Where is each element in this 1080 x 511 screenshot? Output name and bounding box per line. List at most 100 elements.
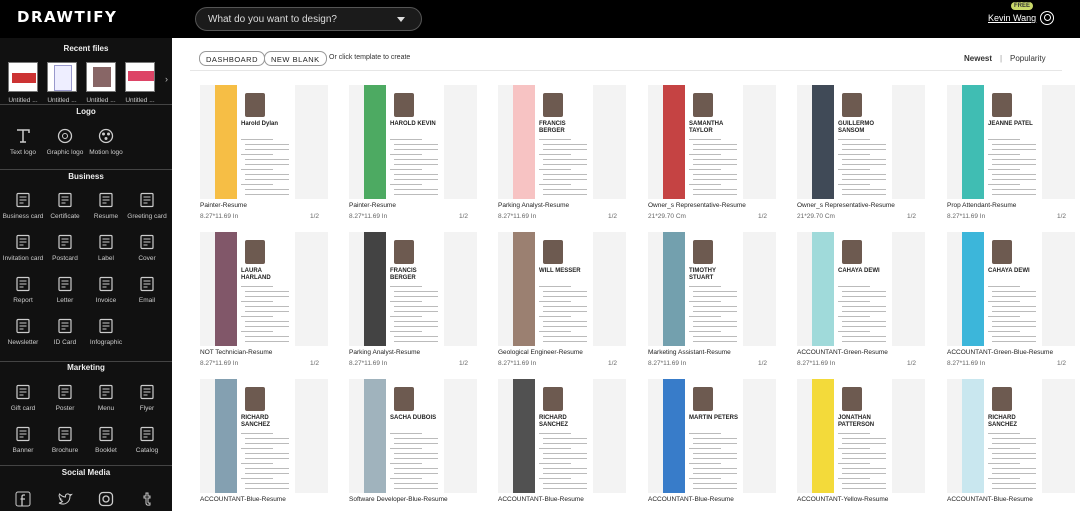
gift-card-icon: [16, 384, 30, 400]
app-logo[interactable]: DRAWTIFY: [17, 8, 117, 26]
tumblr-icon[interactable]: [122, 491, 172, 511]
text-line: [245, 189, 289, 190]
text-line: [245, 488, 289, 489]
text-line: [394, 149, 438, 150]
template-thumbnail[interactable]: RICHARD SANCHEZ: [498, 379, 626, 493]
text-line: [245, 336, 289, 337]
sort-popularity[interactable]: Popularity: [1010, 54, 1046, 63]
section-title-recent: Recent files: [63, 44, 109, 53]
template-name[interactable]: Software Developer-Blue-Resume: [349, 496, 448, 503]
text-line: [245, 306, 289, 307]
dashboard-button[interactable]: DASHBOARD: [199, 51, 266, 66]
recent-file-label: Untitled ...: [125, 97, 155, 104]
text-line: [693, 321, 737, 322]
text-line: [390, 184, 422, 185]
accent-panel: [812, 85, 834, 199]
template-name[interactable]: Marketing Assistant-Resume: [648, 349, 731, 356]
text-line: [689, 301, 721, 302]
sidebar-item-cover[interactable]: Cover: [122, 234, 172, 262]
template-name[interactable]: ACCOUNTANT-Blue-Resume: [498, 496, 584, 503]
resume-preview: FRANCIS BERGER: [364, 232, 444, 346]
text-line: [693, 159, 737, 160]
design-search-dropdown[interactable]: What do you want to design?: [195, 7, 422, 31]
text-line: [693, 443, 737, 444]
template-name[interactable]: ACCOUNTANT-Green-Blue-Resume: [947, 349, 1053, 356]
template-name[interactable]: Owner_s Representative-Resume: [797, 202, 895, 209]
new-blank-button[interactable]: NEW BLANK: [264, 51, 327, 66]
sort-newest[interactable]: Newest: [964, 54, 992, 63]
text-line: [988, 316, 1020, 317]
template-name[interactable]: Parking Analyst-Resume: [498, 202, 569, 209]
template-thumbnail[interactable]: JONATHAN PATTERSON: [797, 379, 925, 493]
recent-file-label: Untitled ...: [8, 97, 38, 104]
sidebar-item-motion-logo[interactable]: Motion logo: [81, 128, 131, 156]
template-thumbnail[interactable]: HAROLD KEVIN: [349, 85, 477, 199]
template-thumbnail[interactable]: Harold Dylan: [200, 85, 328, 199]
template-thumbnail[interactable]: FRANCIS BERGER: [349, 232, 477, 346]
accent-panel: [215, 379, 237, 493]
template-name[interactable]: ACCOUNTANT-Blue-Resume: [200, 496, 286, 503]
template-thumbnail[interactable]: LAURA HARLAND: [200, 232, 328, 346]
template-name[interactable]: Geological Engineer-Resume: [498, 349, 583, 356]
text-line: [992, 473, 1036, 474]
sidebar-item-flyer[interactable]: Flyer: [122, 384, 172, 412]
template-thumbnail[interactable]: GUILLERMO SANSOM: [797, 85, 925, 199]
sidebar-item-infographic[interactable]: Infographic: [81, 318, 131, 346]
template-name[interactable]: Parking Analyst-Resume: [349, 349, 420, 356]
template-thumbnail[interactable]: CAHAYA DEWI: [797, 232, 925, 346]
template-name[interactable]: Prop Attendant-Resume: [947, 202, 1016, 209]
user-name-link[interactable]: Kevin Wang: [988, 13, 1036, 23]
account-icon[interactable]: [1040, 11, 1054, 25]
template-name[interactable]: ACCOUNTANT-Green-Resume: [797, 349, 888, 356]
sidebar-item-email[interactable]: Email: [122, 276, 172, 304]
text-line: [245, 453, 289, 454]
text-line: [689, 478, 721, 479]
item-label: Motion logo: [89, 149, 123, 156]
item-label: Menu: [97, 405, 115, 412]
template-thumbnail[interactable]: SAMANTHA TAYLOR: [648, 85, 776, 199]
profile-photo: [245, 240, 265, 264]
template-name[interactable]: ACCOUNTANT-Blue-Resume: [648, 496, 734, 503]
template-name[interactable]: NOT Technician-Resume: [200, 349, 272, 356]
template-thumbnail[interactable]: CAHAYA DEWI: [947, 232, 1075, 346]
text-line: [693, 453, 737, 454]
text-line: [992, 144, 1036, 145]
text-line: [543, 179, 587, 180]
template-thumbnail[interactable]: MARTIN PETERS: [648, 379, 776, 493]
accent-panel: [962, 85, 984, 199]
template-name[interactable]: Owner_s Representative-Resume: [648, 202, 746, 209]
recent-file[interactable]: Untitled ...: [47, 62, 77, 107]
template-thumbnail[interactable]: RICHARD SANCHEZ: [200, 379, 328, 493]
recent-file[interactable]: Untitled ...: [8, 62, 38, 107]
resume-preview: RICHARD SANCHEZ: [962, 379, 1042, 493]
recent-file[interactable]: Untitled ...: [125, 62, 155, 107]
template-thumbnail[interactable]: SACHA DUBOIS: [349, 379, 477, 493]
profile-photo: [693, 240, 713, 264]
text-line: [241, 448, 273, 449]
template-thumbnail[interactable]: TIMOTHY STUART: [648, 232, 776, 346]
template-thumbnail[interactable]: FRANCIS BERGER: [498, 85, 626, 199]
template-thumbnail[interactable]: JEANNE PATEL: [947, 85, 1075, 199]
text-line: [992, 174, 1036, 175]
accent-panel: [215, 232, 237, 346]
template-page-count: 1/2: [907, 360, 917, 367]
chevron-right-icon[interactable]: ›: [165, 74, 168, 84]
text-line: [842, 488, 886, 489]
template-thumbnail[interactable]: WILL MESSER: [498, 232, 626, 346]
text-line: [842, 189, 886, 190]
resume-heading: SAMANTHA TAYLOR: [689, 121, 724, 134]
template-name[interactable]: Painter-Resume: [200, 202, 247, 209]
template-name[interactable]: ACCOUNTANT-Yellow-Resume: [797, 496, 888, 503]
sidebar-item-catalog[interactable]: Catalog: [122, 426, 172, 454]
accent-panel: [215, 85, 237, 199]
recent-thumbnail: [47, 62, 77, 92]
resume-heading: GUILLERMO SANSOM: [838, 121, 874, 134]
text-line: [241, 331, 273, 332]
text-line: [838, 331, 870, 332]
template-name[interactable]: Painter-Resume: [349, 202, 396, 209]
text-line: [245, 194, 289, 195]
template-thumbnail[interactable]: RICHARD SANCHEZ: [947, 379, 1075, 493]
sidebar-item-greeting-card[interactable]: Greeting card: [122, 192, 172, 220]
recent-file[interactable]: Untitled ...: [86, 62, 116, 107]
template-name[interactable]: ACCOUNTANT-Blue-Resume: [947, 496, 1033, 503]
